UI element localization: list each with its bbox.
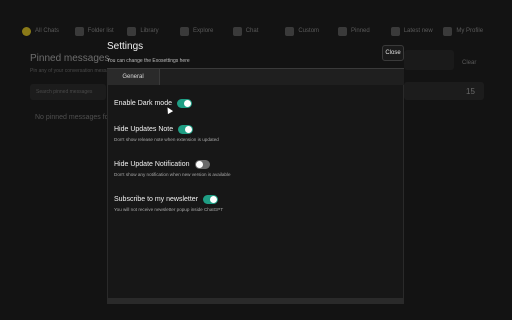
setting-description: Don't show any notification when new ver… (114, 172, 231, 177)
toggle-knob (210, 196, 218, 203)
nav-label: Library (140, 27, 159, 34)
filter-box[interactable] (404, 50, 454, 70)
toggle-knob (185, 126, 193, 133)
nav-label: Latest new (403, 27, 433, 34)
library-icon (127, 26, 137, 36)
modal-footer-bar (107, 298, 404, 304)
nav-label: Chat (245, 27, 259, 34)
settings-modal: Settings You can change the Exosettings … (107, 38, 404, 304)
pin-icon (338, 26, 348, 36)
toggle-knob (183, 100, 191, 107)
page-title: Pinned messages (30, 53, 110, 64)
tab-bar: General (107, 68, 404, 85)
setting-hide-updates-note: Hide Updates Note Don't show release not… (114, 125, 219, 142)
profile-icon (443, 26, 453, 36)
page-subtitle: Pin any of your conversation messages (30, 68, 118, 74)
nav-my-profile[interactable]: My Profile (443, 14, 490, 48)
count-badge: 15 (466, 87, 475, 96)
custom-icon (285, 26, 295, 36)
setting-dark-mode: Enable Dark mode (114, 99, 192, 108)
dark-mode-toggle[interactable] (176, 99, 192, 108)
nav-label: Folder list (87, 27, 114, 34)
chat-bubble-icon (22, 26, 31, 36)
nav-label: Explore (193, 27, 214, 34)
news-icon (390, 26, 400, 36)
compass-icon (180, 26, 190, 36)
setting-label: Enable Dark mode (114, 100, 172, 107)
setting-label: Hide Update Notification (114, 161, 190, 168)
setting-newsletter: Subscribe to my newsletter You will not … (114, 195, 223, 212)
setting-hide-update-notification: Hide Update Notification Don't show any … (114, 160, 231, 177)
nav-label: Pinned (351, 27, 370, 34)
chat-icon (232, 26, 242, 36)
toggle-knob (195, 161, 203, 168)
setting-label: Subscribe to my newsletter (114, 196, 199, 203)
nav-label: My Profile (456, 27, 484, 34)
setting-label: Hide Updates Note (114, 126, 174, 133)
nav-label: Custom (298, 27, 320, 34)
close-button[interactable]: Close (382, 45, 404, 61)
newsletter-toggle[interactable] (203, 195, 219, 204)
settings-panel: Enable Dark mode Hide Updates Note Don't… (107, 85, 404, 298)
clear-button[interactable]: Clear (462, 60, 476, 66)
nav-all-chats[interactable]: All Chats (22, 14, 69, 48)
search-input[interactable]: Search pinned messages (30, 84, 106, 100)
setting-description: Don't show release note when extension i… (114, 137, 219, 142)
hide-update-notification-toggle[interactable] (194, 160, 210, 169)
nav-label: All Chats (35, 27, 60, 34)
modal-title: Settings (107, 41, 144, 52)
tab-general[interactable]: General (107, 69, 160, 85)
folder-icon (74, 26, 84, 36)
hide-updates-note-toggle[interactable] (178, 125, 194, 134)
setting-description: You will not receive newsletter popup in… (114, 207, 224, 212)
modal-subtitle: You can change the Exosettings here (107, 58, 190, 64)
